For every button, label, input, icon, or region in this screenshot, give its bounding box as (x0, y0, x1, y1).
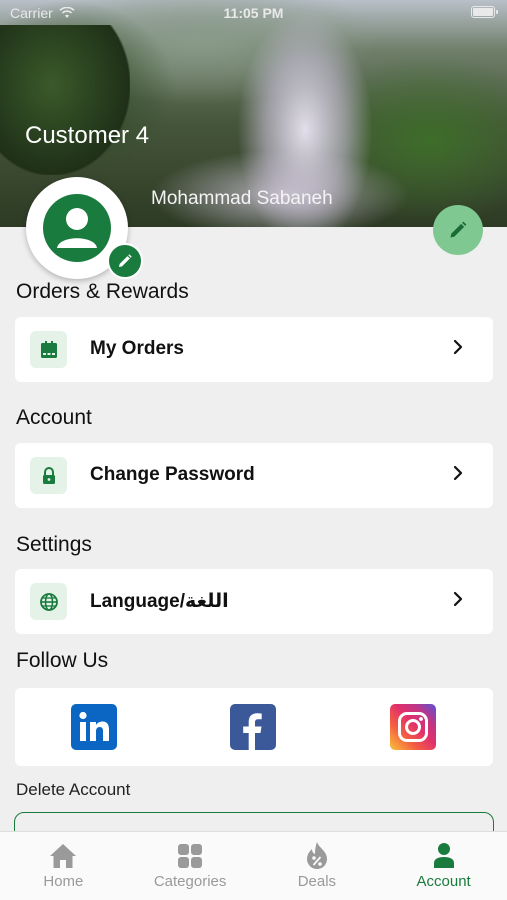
user-icon (43, 194, 111, 262)
tab-bar: Home Categories Deals Account (0, 831, 507, 900)
user-name: Mohammad Sabaneh (151, 188, 333, 209)
section-title-orders: Orders & Rewards (16, 280, 189, 303)
language-item[interactable]: Language/اللغة (15, 569, 493, 634)
lock-icon (30, 457, 67, 494)
chevron-right-icon (453, 465, 463, 481)
tab-categories-label: Categories (153, 873, 227, 890)
change-password-item[interactable]: Change Password (15, 443, 493, 508)
instagram-icon[interactable] (390, 704, 436, 750)
tab-account[interactable]: Account (380, 832, 507, 900)
language-label: Language/اللغة (90, 591, 229, 612)
pencil-icon (119, 254, 132, 267)
chevron-right-icon (453, 339, 463, 355)
linkedin-icon[interactable] (71, 704, 117, 750)
facebook-icon[interactable] (230, 704, 276, 750)
edit-profile-button[interactable] (433, 205, 483, 255)
my-orders-label: My Orders (90, 338, 184, 359)
my-orders-item[interactable]: My Orders (15, 317, 493, 382)
tab-account-label: Account (416, 873, 471, 890)
status-time: 11:05 PM (223, 5, 284, 21)
globe-icon (30, 583, 67, 620)
section-title-settings: Settings (16, 533, 92, 556)
tab-home[interactable]: Home (0, 832, 127, 900)
chevron-right-icon (453, 591, 463, 607)
home-icon (48, 842, 78, 870)
tab-home-label: Home (43, 873, 84, 890)
avatar-edit-button[interactable] (107, 243, 143, 279)
categories-icon (175, 842, 205, 870)
orders-icon (30, 331, 67, 368)
status-bar: Carrier 11:05 PM (0, 0, 507, 26)
battery-icon (471, 6, 498, 18)
tab-deals-label: Deals (297, 873, 337, 890)
social-links (15, 688, 493, 766)
pencil-icon (450, 221, 467, 238)
tab-deals[interactable]: Deals (254, 832, 381, 900)
delete-account-label: Delete Account (16, 780, 131, 799)
account-icon (429, 842, 459, 870)
change-password-label: Change Password (90, 464, 255, 485)
section-title-follow: Follow Us (16, 649, 109, 672)
customer-title: Customer 4 (25, 122, 150, 149)
section-title-account: Account (16, 406, 92, 429)
deals-icon (302, 842, 332, 870)
tab-categories[interactable]: Categories (127, 832, 254, 900)
